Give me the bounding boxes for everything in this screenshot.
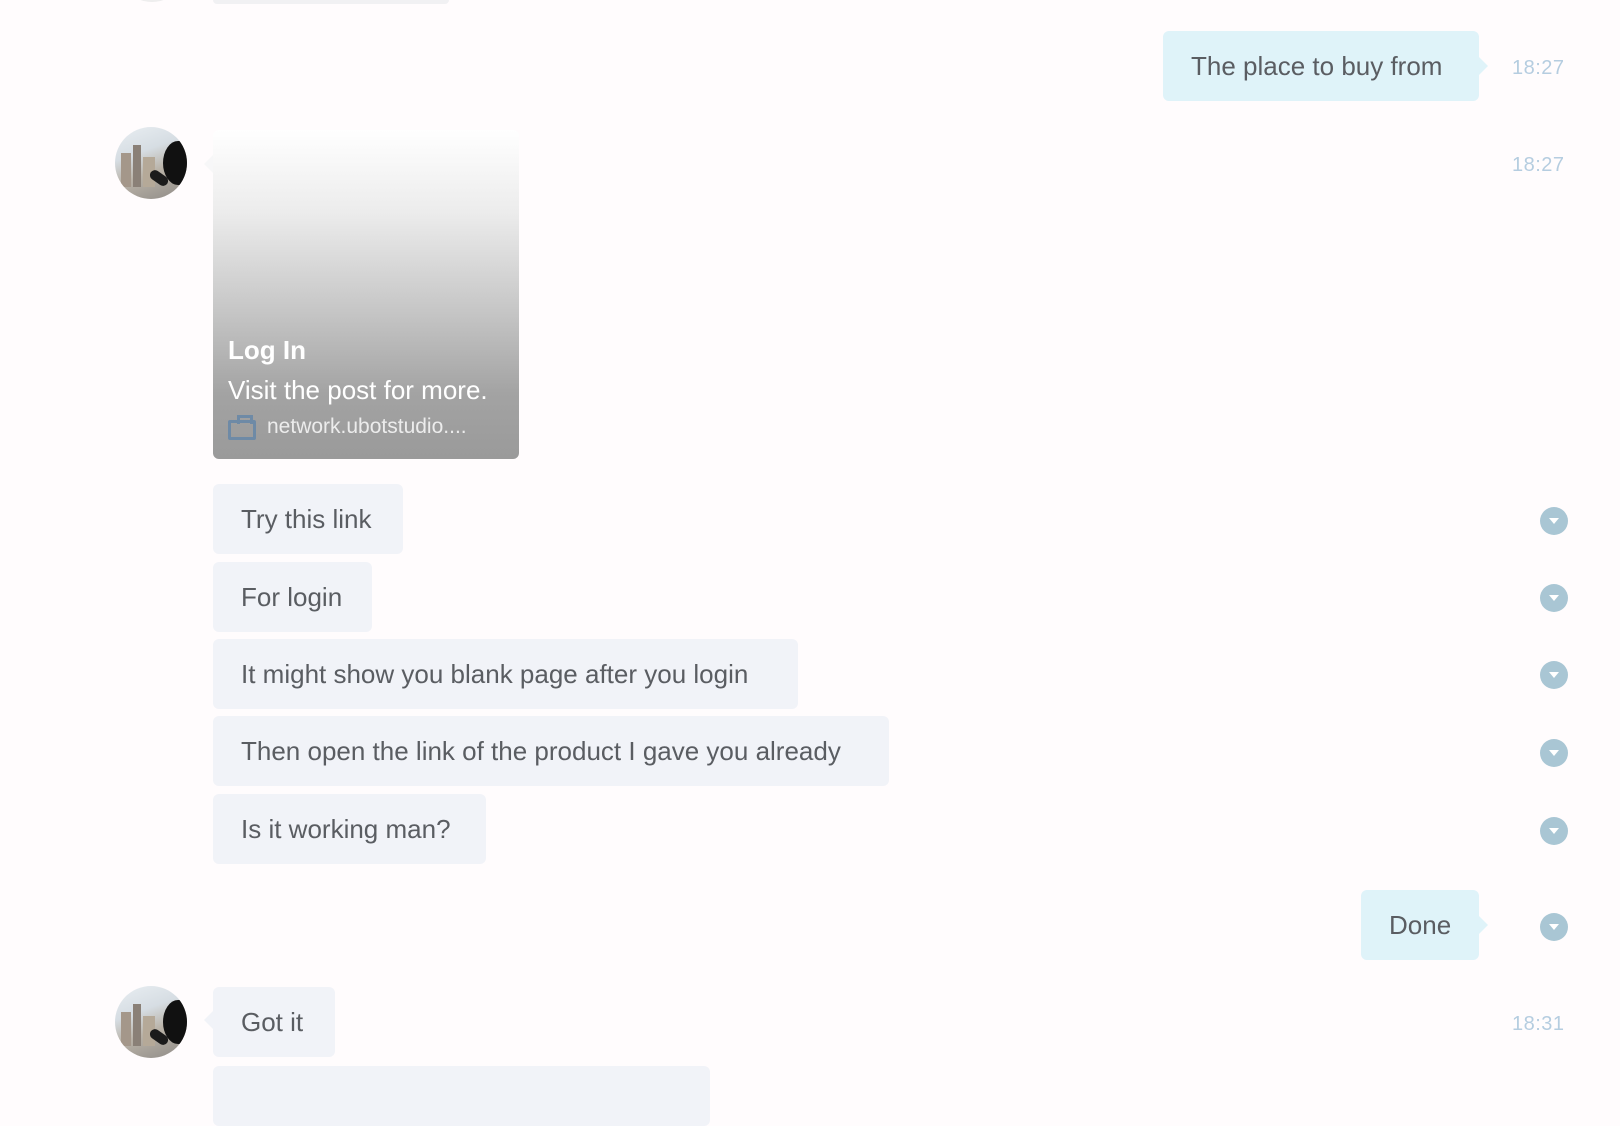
incoming-message[interactable]: Try this link xyxy=(213,484,403,554)
message-timestamp: 18:27 xyxy=(1512,57,1565,79)
avatar-partial xyxy=(132,0,172,2)
message-text: For login xyxy=(241,582,343,612)
card-site-url: network.ubotstudio.... xyxy=(267,415,467,438)
chevron-down-icon[interactable] xyxy=(1540,507,1568,535)
briefcase-icon xyxy=(228,415,256,440)
incoming-message[interactable]: Got it xyxy=(204,987,335,1057)
incoming-message[interactable]: Then open the link of the product I gave… xyxy=(213,716,889,786)
previous-message-partial xyxy=(213,0,449,4)
message-text: Then open the link of the product I gave… xyxy=(241,736,841,766)
message-timestamp: 18:27 xyxy=(1512,154,1565,176)
incoming-message[interactable]: Is it working man? xyxy=(213,794,486,864)
chevron-down-icon[interactable] xyxy=(1540,739,1568,767)
incoming-message-partial[interactable] xyxy=(213,1066,710,1126)
card-title: Log In xyxy=(228,335,306,365)
message-text: Is it working man? xyxy=(241,814,451,844)
incoming-message[interactable]: For login xyxy=(213,562,372,632)
message-timestamp: 18:31 xyxy=(1512,1013,1565,1035)
message-text: The place to buy from xyxy=(1191,51,1443,81)
card-description: Visit the post for more. xyxy=(228,375,488,405)
outgoing-message[interactable]: Done xyxy=(1361,890,1488,960)
incoming-message[interactable]: It might show you blank page after you l… xyxy=(213,639,798,709)
message-text: Done xyxy=(1389,910,1452,940)
chevron-down-icon[interactable] xyxy=(1540,913,1568,941)
user-avatar[interactable] xyxy=(115,986,187,1058)
message-text: Got it xyxy=(241,1007,304,1037)
user-avatar[interactable] xyxy=(115,127,187,199)
message-text: It might show you blank page after you l… xyxy=(241,659,749,689)
chevron-down-icon[interactable] xyxy=(1540,817,1568,845)
message-text: Try this link xyxy=(241,504,372,534)
card-tail xyxy=(204,155,213,173)
link-preview-card[interactable]: Log In Visit the post for more. network.… xyxy=(213,130,519,459)
chevron-down-icon[interactable] xyxy=(1540,584,1568,612)
chevron-down-icon[interactable] xyxy=(1540,661,1568,689)
outgoing-message[interactable]: The place to buy from xyxy=(1163,31,1488,101)
